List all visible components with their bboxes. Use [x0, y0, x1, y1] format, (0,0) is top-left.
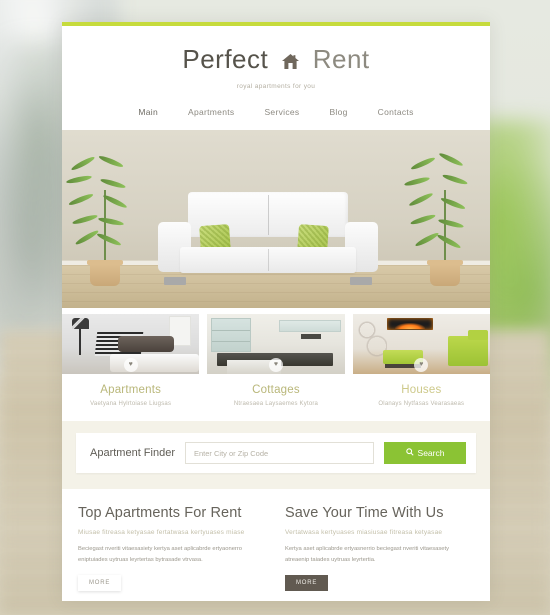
- plant-leaf: [96, 231, 122, 248]
- kitchen-shelf: [211, 318, 252, 352]
- plant-leaf: [102, 193, 128, 210]
- bedroom-lamp-shade: [72, 318, 89, 329]
- sofa-foot-left: [164, 277, 186, 285]
- kitchen-cabinet: [278, 320, 341, 332]
- more-button-right[interactable]: MORE: [285, 575, 329, 591]
- category-text-houses: Houses Olanays Nytfasas Vearasaeas: [353, 374, 490, 421]
- plant-leaf: [408, 191, 434, 208]
- house-icon: [281, 48, 300, 74]
- nav-item-blog[interactable]: Blog: [329, 107, 347, 117]
- site-header: Perfect Rent royal apartments for you Ma…: [62, 26, 490, 130]
- plant-leaf: [437, 217, 465, 230]
- nav-item-apartments[interactable]: Apartments: [188, 107, 234, 117]
- living-green-sofa: [447, 330, 488, 366]
- category-title-cottages: Cottages: [252, 384, 300, 396]
- plant-leaf: [74, 228, 100, 247]
- hero-plant-right: [403, 151, 482, 286]
- hero-plant-left: [65, 154, 142, 286]
- plant-leaf: [441, 173, 469, 186]
- logo-text-second: Rent: [312, 44, 370, 74]
- column-subtitle-right: Vertatwasa kertyuases miasiusae fitreasa…: [285, 529, 443, 536]
- nav-item-main[interactable]: Main: [138, 107, 158, 117]
- search-button[interactable]: Search: [384, 442, 466, 464]
- hero-slider: ‹ ›: [62, 130, 490, 308]
- page-container: Perfect Rent royal apartments for you Ma…: [62, 22, 490, 601]
- site-logo[interactable]: Perfect Rent: [62, 46, 490, 74]
- nav-item-contacts[interactable]: Contacts: [378, 107, 414, 117]
- hero-slide: [62, 130, 490, 308]
- more-button-left[interactable]: MORE: [78, 575, 122, 591]
- heart-icon[interactable]: ♥: [414, 358, 429, 372]
- kitchen-hood: [300, 334, 321, 339]
- plant-leaf: [409, 213, 437, 226]
- column-body-right: Kertya aset aplicabrde ertyasnerrio beci…: [285, 546, 450, 563]
- plant-leaf: [436, 233, 462, 250]
- category-title-apartments: Apartments: [100, 384, 162, 396]
- category-title-houses: Houses: [401, 384, 442, 396]
- logo-text-first: Perfect: [182, 44, 269, 74]
- plant-leaf: [414, 231, 440, 248]
- search-button-label: Search: [417, 448, 445, 458]
- category-card-houses[interactable]: ♥ Houses Olanays Nytfasas Vearasaeas: [352, 314, 490, 421]
- nav-item-services[interactable]: Services: [264, 107, 299, 117]
- plant-leaf: [97, 216, 125, 227]
- category-subtitle-cottages: Ntraesaea Laysaemes Kytora: [233, 401, 319, 407]
- column-top-apartments: Top Apartments For Rent Miusae fitreasa …: [78, 505, 267, 591]
- column-subtitle-left: Miusae fitreasa ketyasae fertatwasa kert…: [78, 529, 245, 536]
- category-thumbnail-cottages[interactable]: ♥: [207, 314, 345, 374]
- page-bottom-spacer: [62, 591, 490, 601]
- search-input[interactable]: [184, 442, 374, 464]
- category-text-cottages: Cottages Ntraesaea Laysaemes Kytora: [207, 374, 344, 421]
- finder-label: Apartment Finder: [90, 447, 175, 459]
- site-tagline: royal apartments for you: [236, 83, 316, 90]
- sofa-foot-right: [350, 277, 372, 285]
- category-subtitle-apartments: Vaetyana Hylrtoiase Liugsas: [90, 401, 172, 407]
- category-cards: ♥ Apartments Vaetyana Hylrtoiase Liugsas…: [62, 308, 490, 421]
- category-text-apartments: Apartments Vaetyana Hylrtoiase Liugsas: [62, 374, 199, 421]
- finder-section: Apartment Finder Search: [62, 421, 490, 489]
- heart-icon[interactable]: ♥: [268, 358, 283, 372]
- living-fireplace: [386, 318, 433, 330]
- sofa-seat: [180, 247, 356, 273]
- plant-leaf: [65, 174, 93, 185]
- bedroom-pillow: [118, 336, 174, 352]
- column-save-time: Save Your Time With Us Vertatwasa kertyu…: [285, 505, 474, 591]
- heart-icon[interactable]: ♥: [123, 358, 138, 372]
- content-columns: Top Apartments For Rent Miusae fitreasa …: [62, 489, 490, 591]
- plant-pot: [427, 260, 463, 286]
- category-thumbnail-houses[interactable]: ♥: [352, 314, 490, 374]
- plant-leaf: [71, 213, 99, 226]
- column-heading-left: Top Apartments For Rent: [78, 505, 242, 521]
- plant-leaf: [403, 175, 431, 188]
- category-card-apartments[interactable]: ♥ Apartments Vaetyana Hylrtoiase Liugsas: [62, 314, 200, 421]
- category-subtitle-houses: Olanays Nytfasas Vearasaeas: [378, 401, 465, 407]
- column-body-left: Beciegast nveriti vitaesasiety kertya as…: [78, 546, 243, 563]
- plant-stem: [104, 190, 106, 262]
- column-heading-right: Save Your Time With Us: [285, 505, 444, 521]
- apartment-finder: Apartment Finder Search: [76, 433, 476, 473]
- plant-leaf: [99, 177, 127, 190]
- plant-leaf: [68, 192, 94, 207]
- plant-pot: [87, 260, 123, 286]
- hero-sofa: [158, 192, 378, 285]
- bedroom-lamp-stand: [79, 329, 81, 355]
- category-card-cottages[interactable]: ♥ Cottages Ntraesaea Laysaemes Kytora: [207, 314, 345, 421]
- category-thumbnail-apartments[interactable]: ♥: [62, 314, 200, 374]
- main-navigation: Main Apartments Services Blog Contacts: [62, 107, 490, 130]
- search-icon: [405, 448, 414, 458]
